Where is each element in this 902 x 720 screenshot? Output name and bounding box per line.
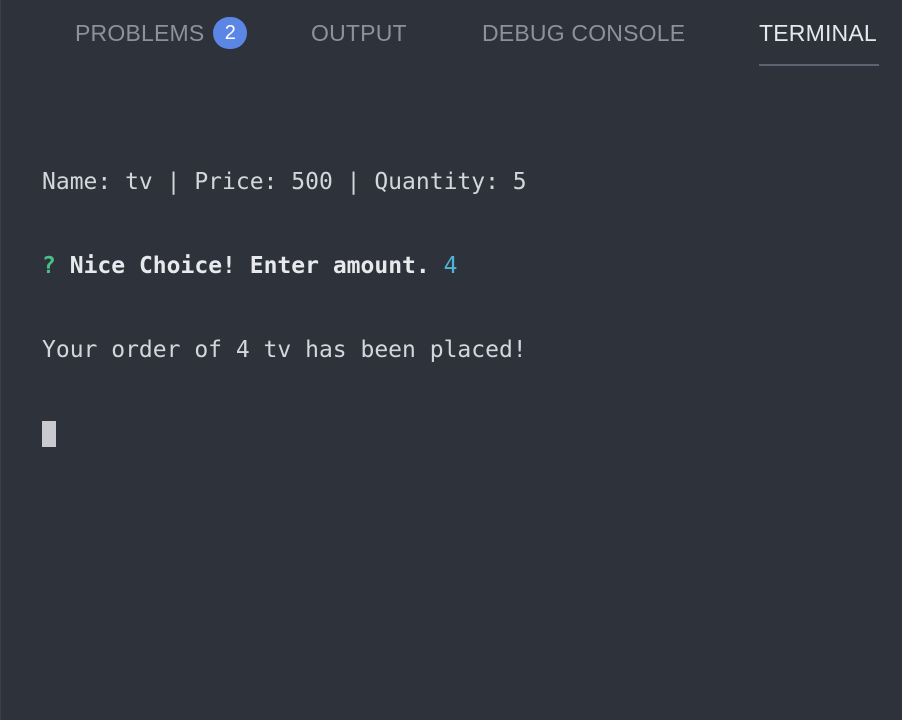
terminal-cursor (42, 421, 56, 447)
terminal-line-prompt: ? Nice Choice! Enter amount. 4 (42, 252, 882, 280)
tab-terminal[interactable]: TERMINAL (759, 16, 879, 66)
tab-debug-console[interactable]: DEBUG CONSOLE (482, 16, 685, 66)
tab-debug-console-label: DEBUG CONSOLE (482, 20, 686, 46)
tab-problems-label: PROBLEMS (75, 20, 205, 46)
tab-output-label: OUTPUT (311, 20, 407, 46)
terminal-line-confirmation: Your order of 4 tv has been placed! (42, 337, 527, 363)
tab-terminal-label: TERMINAL (759, 20, 877, 46)
prompt-answer: 4 (443, 253, 458, 279)
terminal-output[interactable]: Name: tv | Price: 500 | Quantity: 5 ? Ni… (42, 112, 882, 504)
terminal-panel: PROBLEMS 2 OUTPUT DEBUG CONSOLE TERMINAL … (0, 0, 902, 720)
terminal-line-input[interactable] (42, 420, 882, 448)
tab-output[interactable]: OUTPUT (311, 16, 407, 66)
prompt-question-mark: ? (42, 253, 56, 279)
panel-tab-bar: PROBLEMS 2 OUTPUT DEBUG CONSOLE TERMINAL (1, 0, 902, 72)
tab-problems[interactable]: PROBLEMS 2 (75, 16, 248, 66)
problems-count-badge: 2 (213, 17, 248, 49)
terminal-line-product: Name: tv | Price: 500 | Quantity: 5 (42, 169, 527, 195)
prompt-text: Nice Choice! Enter amount. (69, 253, 430, 279)
